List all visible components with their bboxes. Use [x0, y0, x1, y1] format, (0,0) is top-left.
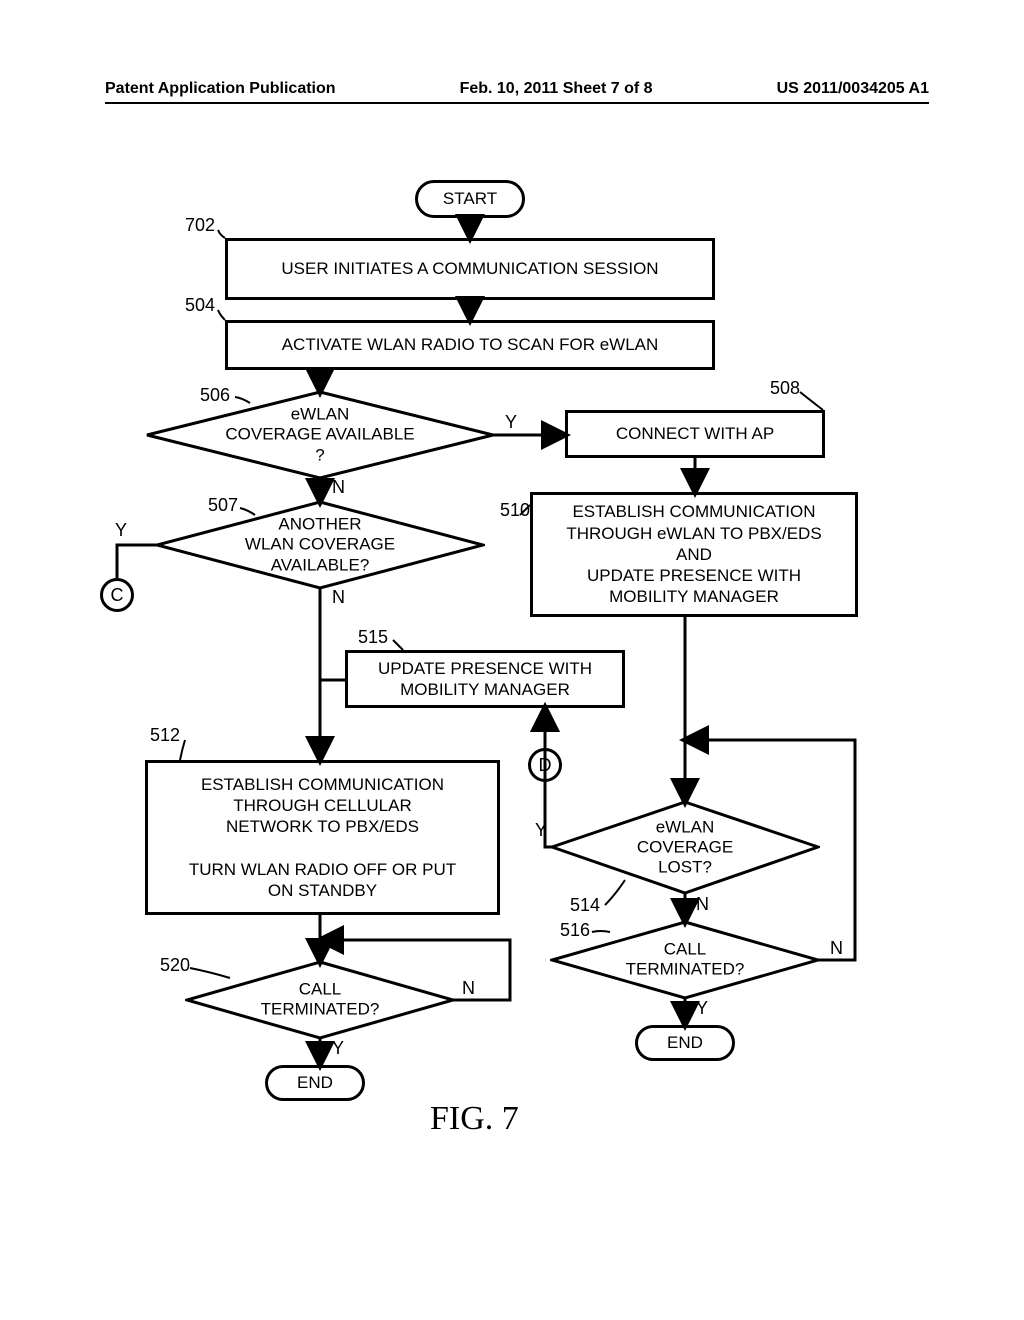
label-516-n: N	[830, 938, 843, 959]
label-516-y: Y	[696, 998, 708, 1019]
process-702-text: USER INITIATES A COMMUNICATION SESSION	[281, 258, 658, 279]
decision-506-text: eWLAN COVERAGE AVAILABLE ?	[225, 404, 414, 465]
ref-514: 514	[570, 895, 600, 916]
end-left-text: END	[297, 1072, 333, 1093]
header-left: Patent Application Publication	[105, 80, 336, 98]
label-506-y: Y	[505, 412, 517, 433]
decision-514-text: eWLAN COVERAGE LOST?	[637, 817, 733, 878]
process-512: ESTABLISH COMMUNICATION THROUGH CELLULAR…	[145, 760, 500, 915]
connector-d: D	[528, 748, 562, 782]
decision-520-text: CALL TERMINATED?	[261, 980, 380, 1021]
end-right: END	[635, 1025, 735, 1061]
label-520-n: N	[462, 978, 475, 999]
decision-506: eWLAN COVERAGE AVAILABLE ?	[145, 390, 495, 480]
process-504-text: ACTIVATE WLAN RADIO TO SCAN FOR eWLAN	[282, 334, 659, 355]
ref-507: 507	[208, 495, 238, 516]
header-center: Feb. 10, 2011 Sheet 7 of 8	[460, 80, 653, 98]
process-515: UPDATE PRESENCE WITH MOBILITY MANAGER	[345, 650, 625, 708]
decision-514: eWLAN COVERAGE LOST?	[550, 800, 820, 895]
process-515-text: UPDATE PRESENCE WITH MOBILITY MANAGER	[378, 658, 592, 701]
label-506-n: N	[332, 477, 345, 498]
process-510-text: ESTABLISH COMMUNICATION THROUGH eWLAN TO…	[566, 501, 821, 607]
ref-516: 516	[560, 920, 590, 941]
page-header: Patent Application Publication Feb. 10, …	[105, 80, 929, 104]
figure-label: FIG. 7	[430, 1100, 519, 1138]
process-504: ACTIVATE WLAN RADIO TO SCAN FOR eWLAN	[225, 320, 715, 370]
ref-510: 510	[500, 500, 530, 521]
label-507-y: Y	[115, 520, 127, 541]
ref-508: 508	[770, 378, 800, 399]
ref-504: 504	[185, 295, 215, 316]
start-terminator: START	[415, 180, 525, 218]
process-508: CONNECT WITH AP	[565, 410, 825, 458]
process-512-text: ESTABLISH COMMUNICATION THROUGH CELLULAR…	[189, 774, 456, 902]
ref-520: 520	[160, 955, 190, 976]
process-508-text: CONNECT WITH AP	[616, 423, 774, 444]
connector-c: C	[100, 578, 134, 612]
ref-512: 512	[150, 725, 180, 746]
ref-702: 702	[185, 215, 215, 236]
start-label: START	[443, 188, 497, 209]
decision-520: CALL TERMINATED?	[185, 960, 455, 1040]
end-right-text: END	[667, 1032, 703, 1053]
flowchart: START USER INITIATES A COMMUNICATION SES…	[100, 160, 920, 1220]
ref-506: 506	[200, 385, 230, 406]
decision-516: CALL TERMINATED?	[550, 920, 820, 1000]
process-510: ESTABLISH COMMUNICATION THROUGH eWLAN TO…	[530, 492, 858, 617]
label-507-n: N	[332, 587, 345, 608]
end-left: END	[265, 1065, 365, 1101]
connector-c-text: C	[111, 584, 124, 607]
decision-507: ANOTHER WLAN COVERAGE AVAILABLE?	[155, 500, 485, 590]
decision-507-text: ANOTHER WLAN COVERAGE AVAILABLE?	[245, 514, 395, 575]
process-702: USER INITIATES A COMMUNICATION SESSION	[225, 238, 715, 300]
ref-515: 515	[358, 627, 388, 648]
label-514-n: N	[696, 894, 709, 915]
header-right: US 2011/0034205 A1	[777, 80, 929, 98]
label-520-y: Y	[332, 1038, 344, 1059]
connector-d-text: D	[539, 754, 552, 777]
decision-516-text: CALL TERMINATED?	[626, 940, 745, 981]
label-514-y: Y	[535, 820, 547, 841]
